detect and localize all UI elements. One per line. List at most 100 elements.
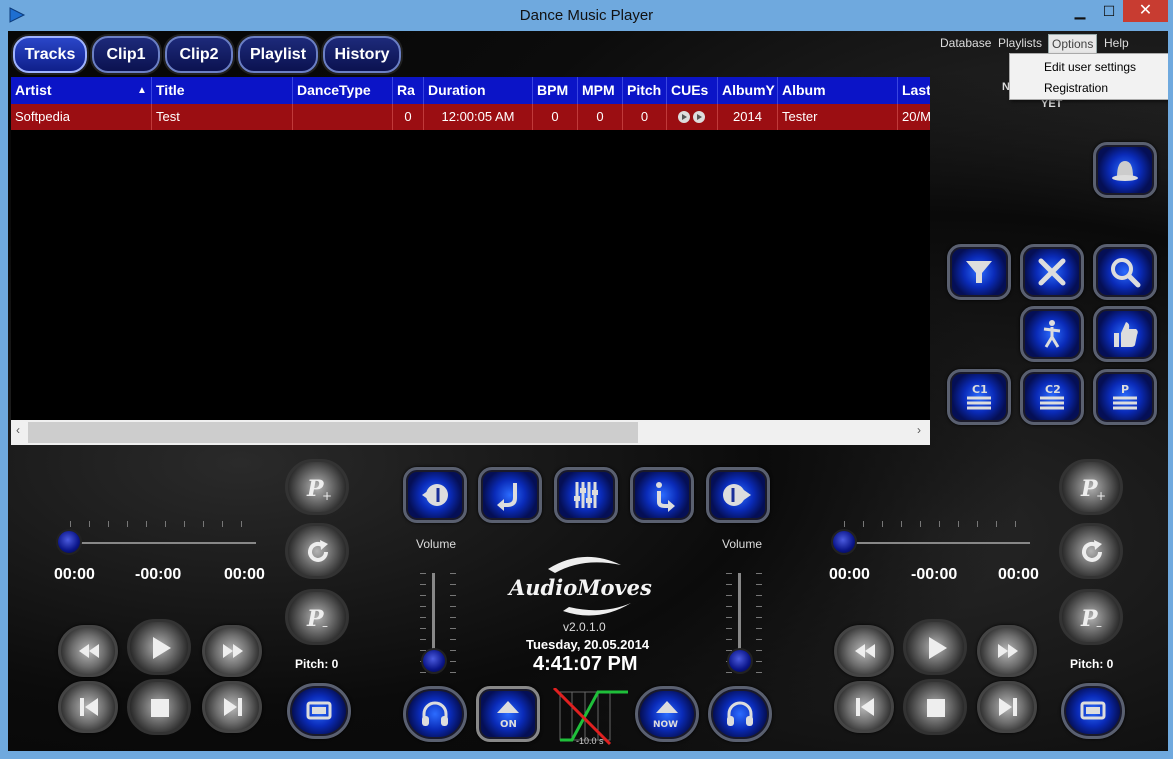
left-elapsed-time: 00:00 [54, 566, 95, 583]
close-button[interactable]: ✕ [1123, 0, 1168, 22]
left-pitch-reset-button[interactable] [285, 523, 349, 579]
clip1-list-button[interactable]: C1 [947, 369, 1011, 425]
like-button[interactable] [1093, 306, 1157, 362]
menu-help[interactable]: Help [1104, 36, 1129, 50]
load-right-button[interactable] [706, 467, 770, 523]
left-previous-button[interactable] [58, 681, 118, 733]
right-pitch-reset-button[interactable] [1059, 523, 1123, 579]
menu-database[interactable]: Database [940, 36, 991, 50]
column-header-pitch[interactable]: Pitch [623, 77, 667, 104]
hat-icon [1112, 161, 1138, 181]
logo-swirl: AudioMoves [507, 556, 652, 616]
right-headphones-button[interactable] [708, 686, 772, 742]
left-next-button[interactable] [202, 681, 262, 733]
tools-button[interactable] [1020, 244, 1084, 300]
right-volume-ticks-b [756, 573, 762, 673]
dancer-icon [1043, 320, 1061, 348]
maximize-button[interactable]: ☐ [1094, 0, 1124, 22]
left-pitch-up-button[interactable]: P + [285, 459, 349, 515]
cell-pitch: 0 [623, 104, 667, 130]
left-pitch-down-button[interactable]: P – [285, 589, 349, 645]
column-header-duration[interactable]: Duration [424, 77, 533, 104]
tab-clip2[interactable]: Clip2 [165, 36, 233, 73]
right-fast-forward-button[interactable] [977, 625, 1037, 677]
left-remaining-time: -00:00 [135, 566, 182, 583]
return-icon [497, 483, 517, 511]
column-header-cues[interactable]: CUEs [667, 77, 718, 104]
mixer-button[interactable] [554, 467, 618, 523]
menu-item-edit-user-settings[interactable]: Edit user settings [1044, 57, 1136, 77]
left-volume-knob[interactable] [421, 648, 447, 674]
column-header-album[interactable]: Album [778, 77, 898, 104]
left-play-button[interactable] [127, 619, 191, 675]
right-elapsed-time: 00:00 [829, 566, 870, 583]
cell-bpm: 0 [533, 104, 578, 130]
cell-artist: Softpedia [11, 104, 152, 130]
column-header-dancetype[interactable]: DanceType [293, 77, 393, 104]
search-button[interactable] [1093, 244, 1157, 300]
play-now-button[interactable]: NOW [635, 686, 699, 742]
dance-button[interactable] [1020, 306, 1084, 362]
column-header-bpm[interactable]: BPM [533, 77, 578, 104]
cue-return-button[interactable] [478, 467, 542, 523]
menu-playlists[interactable]: Playlists [998, 36, 1042, 50]
svg-text:C1: C1 [972, 383, 988, 396]
skip-forward-icon [224, 698, 242, 716]
left-position-ticks [70, 521, 256, 527]
column-header-title[interactable]: Title [152, 77, 293, 104]
right-previous-button[interactable] [834, 681, 894, 733]
hat-button[interactable] [1093, 142, 1157, 198]
title-bar: Dance Music Player ▁ ☐ ✕ [0, 0, 1173, 31]
main-area: Tracks Clip1 Clip2 Playlist History Data… [8, 31, 1168, 751]
right-next-button[interactable] [977, 681, 1037, 733]
load-left-button[interactable] [403, 467, 467, 523]
scroll-right-icon[interactable]: › [917, 423, 921, 437]
right-pitch-down-button[interactable]: P – [1059, 589, 1123, 645]
left-position-knob[interactable] [56, 529, 82, 555]
column-header-albumyear[interactable]: AlbumY [718, 77, 778, 104]
svg-text:ON: ON [500, 719, 517, 730]
app-window: Dance Music Player ▁ ☐ ✕ Tracks Clip1 Cl… [0, 0, 1173, 759]
scrollbar-thumb[interactable] [28, 422, 638, 443]
left-headphones-button[interactable] [403, 686, 467, 742]
left-rewind-button[interactable] [58, 625, 118, 677]
fast-forward-icon [998, 644, 1018, 658]
load-left-icon [422, 484, 448, 506]
left-stop-button[interactable] [127, 679, 191, 735]
column-header-artist[interactable]: Artist ▲ [11, 77, 152, 104]
tracks-table: Artist ▲ Title DanceType Ra Duration BPM … [11, 77, 930, 445]
right-volume-knob[interactable] [727, 648, 753, 674]
menu-item-registration[interactable]: Registration [1044, 78, 1108, 98]
playlist-list-button[interactable]: P [1093, 369, 1157, 425]
horizontal-scrollbar[interactable]: ‹ › [11, 420, 930, 445]
right-position-knob[interactable] [831, 529, 857, 555]
right-position-ticks [844, 521, 1030, 527]
filter-button[interactable] [947, 244, 1011, 300]
left-fast-forward-button[interactable] [202, 625, 262, 677]
column-header-mpm[interactable]: MPM [578, 77, 623, 104]
tab-history[interactable]: History [323, 36, 401, 73]
tab-tracks[interactable]: Tracks [13, 36, 87, 73]
tab-clip1[interactable]: Clip1 [92, 36, 160, 73]
table-row[interactable]: Softpedia Test 0 12:00:05 AM 0 0 0 2014 … [11, 104, 930, 130]
right-play-button[interactable] [903, 619, 967, 675]
tab-playlist[interactable]: Playlist [238, 36, 318, 73]
menu-options[interactable]: Options [1048, 34, 1098, 54]
logo-text: AudioMoves [507, 575, 652, 600]
right-stop-button[interactable] [903, 679, 967, 735]
left-deck-screen-button[interactable] [287, 683, 351, 739]
clip2-list-button[interactable]: C2 [1020, 369, 1084, 425]
autoplay-on-button[interactable]: ON [476, 686, 540, 742]
scroll-left-icon[interactable]: ‹ [16, 423, 20, 437]
column-header-last[interactable]: Last [898, 77, 930, 104]
minimize-button[interactable]: ▁ [1065, 0, 1095, 22]
right-deck-screen-button[interactable] [1061, 683, 1125, 739]
info-button[interactable] [630, 467, 694, 523]
right-pitch-up-button[interactable]: P + [1059, 459, 1123, 515]
left-position-slider[interactable] [70, 542, 256, 544]
column-header-rating[interactable]: Ra [393, 77, 424, 104]
right-rewind-button[interactable] [834, 625, 894, 677]
right-position-slider[interactable] [844, 542, 1030, 544]
left-total-time: 00:00 [224, 566, 265, 583]
svg-text:–: – [1096, 619, 1102, 632]
